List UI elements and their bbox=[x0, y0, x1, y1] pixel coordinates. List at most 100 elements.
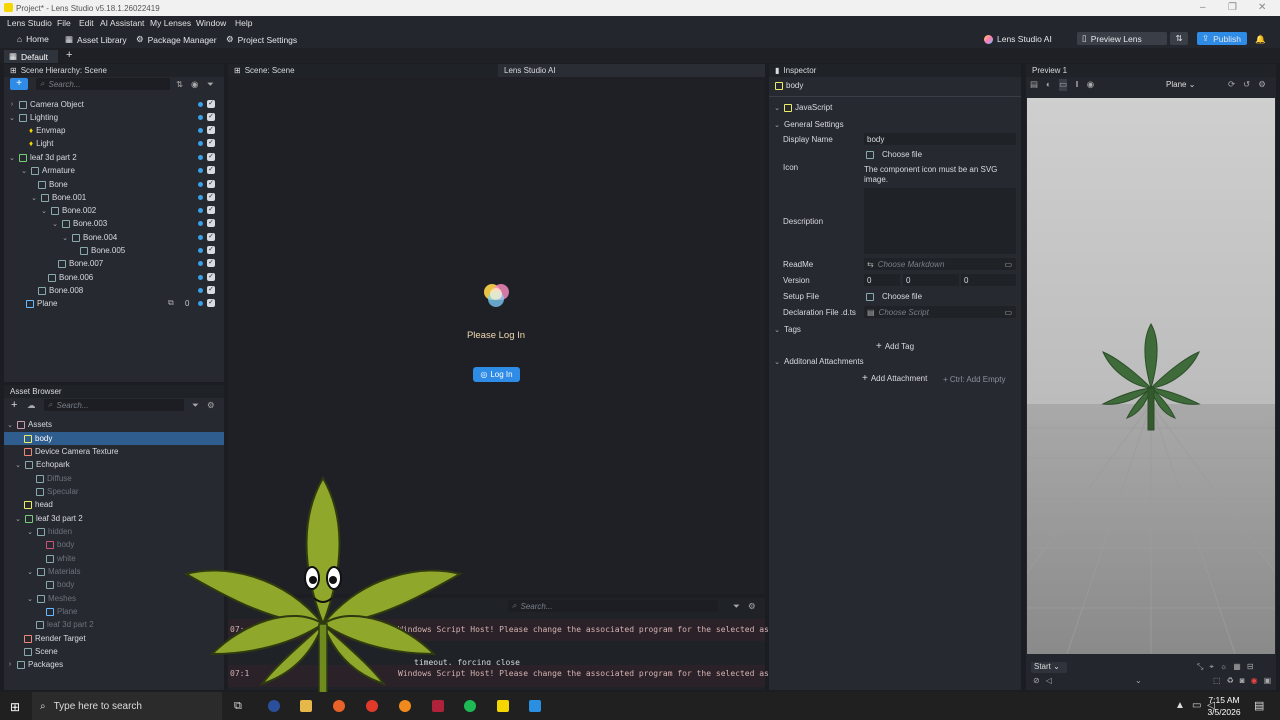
add-tab-button[interactable]: + bbox=[66, 49, 72, 61]
filter-icon[interactable]: ⏷ bbox=[733, 601, 740, 612]
asset-item-leaf-prefab[interactable]: leaf 3d part 2 bbox=[36, 618, 94, 631]
enabled-checkbox[interactable]: ✓ bbox=[207, 246, 215, 254]
enabled-checkbox[interactable]: ✓ bbox=[207, 100, 215, 108]
menu-file[interactable]: File bbox=[57, 18, 71, 28]
menu-my-lenses[interactable]: My Lenses bbox=[150, 18, 191, 28]
tags-header[interactable]: ⌄ Tags bbox=[773, 323, 801, 336]
notifications-icon[interactable]: 🔔 bbox=[1255, 34, 1266, 45]
visibility-dot[interactable] bbox=[198, 301, 203, 306]
expand-icon[interactable]: ⬚ bbox=[1213, 676, 1221, 685]
asset-item-echopark[interactable]: ⌄ Echopark bbox=[14, 458, 70, 471]
taskbar-search-input[interactable]: ⌕ Type here to search bbox=[32, 692, 222, 720]
asset-search-input[interactable]: ⌕ Search... bbox=[44, 399, 184, 411]
windows-start-icon[interactable]: ⊞ bbox=[10, 700, 20, 714]
visibility-dot[interactable] bbox=[198, 155, 203, 160]
location-icon[interactable]: ⌖ bbox=[1209, 662, 1214, 672]
settings-icon[interactable]: ⚙ bbox=[1258, 79, 1266, 90]
clock-time[interactable]: 7:15 AM bbox=[1206, 695, 1242, 705]
chevron-down-icon[interactable]: ⌄ bbox=[1135, 676, 1142, 685]
visibility-dot[interactable] bbox=[198, 275, 203, 280]
asset-item-specular[interactable]: Specular bbox=[36, 485, 79, 498]
tree-item-bone-002[interactable]: ⌄ Bone.002 bbox=[40, 204, 96, 217]
visibility-dot[interactable] bbox=[198, 128, 203, 133]
project-settings-button[interactable]: ⚙ Project Settings bbox=[226, 34, 297, 45]
filter-icon[interactable]: ⏷ bbox=[207, 79, 214, 90]
visibility-dot[interactable] bbox=[198, 115, 203, 120]
settings-icon[interactable]: ⚙ bbox=[207, 400, 215, 411]
file-explorer-icon[interactable] bbox=[300, 700, 312, 712]
lens-studio-ai-button[interactable]: Lens Studio AI bbox=[984, 34, 1052, 44]
clock-date[interactable]: 3/5/2026 bbox=[1206, 707, 1242, 717]
menu-ai-assistant[interactable]: AI Assistant bbox=[100, 18, 144, 28]
tree-item-lighting[interactable]: ⌄ Lighting bbox=[8, 111, 58, 124]
tree-item-light[interactable]: ♦ Light bbox=[18, 137, 53, 150]
recycle-icon[interactable]: ♻ bbox=[1227, 676, 1234, 685]
resize-icon[interactable]: ⤡ bbox=[1197, 662, 1203, 672]
asset-item-scene[interactable]: Scene bbox=[24, 645, 58, 658]
asset-item-leaf-3d-part-2[interactable]: ⌄ leaf 3d part 2 bbox=[14, 512, 83, 525]
asset-item-head[interactable]: head bbox=[24, 498, 53, 511]
version-major-field[interactable]: 0 bbox=[864, 274, 900, 286]
app-icon[interactable] bbox=[432, 700, 444, 712]
visibility-dot[interactable] bbox=[198, 248, 203, 253]
close-icon[interactable]: ✕ bbox=[1258, 2, 1266, 13]
setup-choose-file-button[interactable]: Choose file bbox=[866, 290, 922, 303]
publish-button[interactable]: ⇪ Publish bbox=[1197, 32, 1247, 45]
monitor-icon[interactable]: ▭ bbox=[1059, 79, 1068, 91]
asset-library-button[interactable]: ▦ Asset Library bbox=[65, 34, 127, 45]
hierarchy-search-input[interactable]: ⌕ Search... bbox=[36, 78, 170, 90]
version-patch-field[interactable]: 0 bbox=[961, 274, 1016, 286]
login-button[interactable]: ◎ Log In bbox=[473, 367, 520, 382]
enabled-checkbox[interactable]: ✓ bbox=[207, 299, 215, 307]
preview-options-button[interactable]: ⇅ bbox=[1170, 32, 1188, 45]
tree-item-envmap[interactable]: ♦ Envmap bbox=[18, 124, 65, 137]
display-name-field[interactable]: body bbox=[864, 133, 1016, 145]
menu-window[interactable]: Window bbox=[196, 18, 226, 28]
asset-item-meshes[interactable]: ⌄ Meshes bbox=[26, 592, 76, 605]
filter-icon[interactable]: ⏷ bbox=[192, 400, 199, 411]
wifi-icon[interactable]: ▲ bbox=[1175, 700, 1185, 711]
tree-item-bone-008[interactable]: Bone.008 bbox=[38, 284, 83, 297]
firefox-icon[interactable] bbox=[333, 700, 345, 712]
tree-item-bone-005[interactable]: Bone.005 bbox=[80, 244, 125, 257]
tree-item-bone-006[interactable]: Bone.006 bbox=[48, 271, 93, 284]
settings-icon[interactable]: ⚙ bbox=[748, 601, 756, 612]
camera-icon[interactable]: ◙ bbox=[1240, 676, 1245, 685]
description-textarea[interactable] bbox=[864, 188, 1016, 254]
asset-item-assets[interactable]: ⌄ Assets bbox=[6, 418, 224, 431]
device-dropdown[interactable]: Plane ⌄ bbox=[1166, 80, 1195, 89]
ruler-icon[interactable]: ⊟ bbox=[1247, 662, 1254, 672]
mic-off-icon[interactable]: ⊘ bbox=[1033, 676, 1040, 685]
tree-item-plane[interactable]: Plane bbox=[26, 297, 57, 310]
declaration-file-field[interactable]: ▤ Choose Script ▭ bbox=[864, 306, 1016, 318]
folder-icon[interactable]: ▭ bbox=[1004, 308, 1012, 317]
attachments-header[interactable]: ⌄ Additonal Attachments bbox=[773, 355, 864, 368]
vscode-icon[interactable] bbox=[529, 700, 541, 712]
sort-icon[interactable]: ⇅ bbox=[176, 79, 183, 90]
general-settings-header[interactable]: ⌄ General Settings bbox=[773, 118, 844, 131]
preview-lens-button[interactable]: ▯ Preview Lens bbox=[1077, 32, 1167, 45]
menu-lens-studio[interactable]: Lens Studio bbox=[7, 18, 52, 28]
lens-studio-icon[interactable] bbox=[497, 700, 509, 712]
asset-item-body[interactable]: body bbox=[4, 432, 224, 445]
add-tag-button[interactable]: + Add Tag bbox=[876, 340, 914, 353]
add-object-button[interactable]: + bbox=[10, 78, 28, 90]
tree-item-bone[interactable]: Bone bbox=[38, 178, 68, 191]
javascript-component-header[interactable]: ⌄ JavaScript bbox=[773, 101, 832, 114]
visibility-dot[interactable] bbox=[198, 288, 203, 293]
tab-lens-studio-ai[interactable]: Lens Studio AI bbox=[498, 64, 765, 77]
enabled-checkbox[interactable]: ✓ bbox=[207, 286, 215, 294]
photo-icon[interactable]: ▣ bbox=[1264, 676, 1272, 685]
readme-field[interactable]: ⇆ Choose Markdown ▭ bbox=[864, 258, 1016, 270]
home-button[interactable]: ⌂ Home bbox=[17, 34, 49, 44]
camera-icon[interactable]: ◐ bbox=[1046, 79, 1051, 91]
notification-icon[interactable]: ▤ bbox=[1254, 699, 1264, 712]
spotify-icon[interactable] bbox=[464, 700, 476, 712]
tree-item-armature[interactable]: ⌄ Armature bbox=[20, 164, 75, 177]
tree-item-camera-object[interactable]: › Camera Object bbox=[8, 98, 84, 111]
menu-help[interactable]: Help bbox=[235, 18, 252, 28]
cloud-icon[interactable]: ☁ bbox=[27, 400, 36, 411]
visibility-dot[interactable] bbox=[198, 168, 203, 173]
enabled-checkbox[interactable]: ✓ bbox=[207, 180, 215, 188]
visibility-dot[interactable] bbox=[198, 195, 203, 200]
